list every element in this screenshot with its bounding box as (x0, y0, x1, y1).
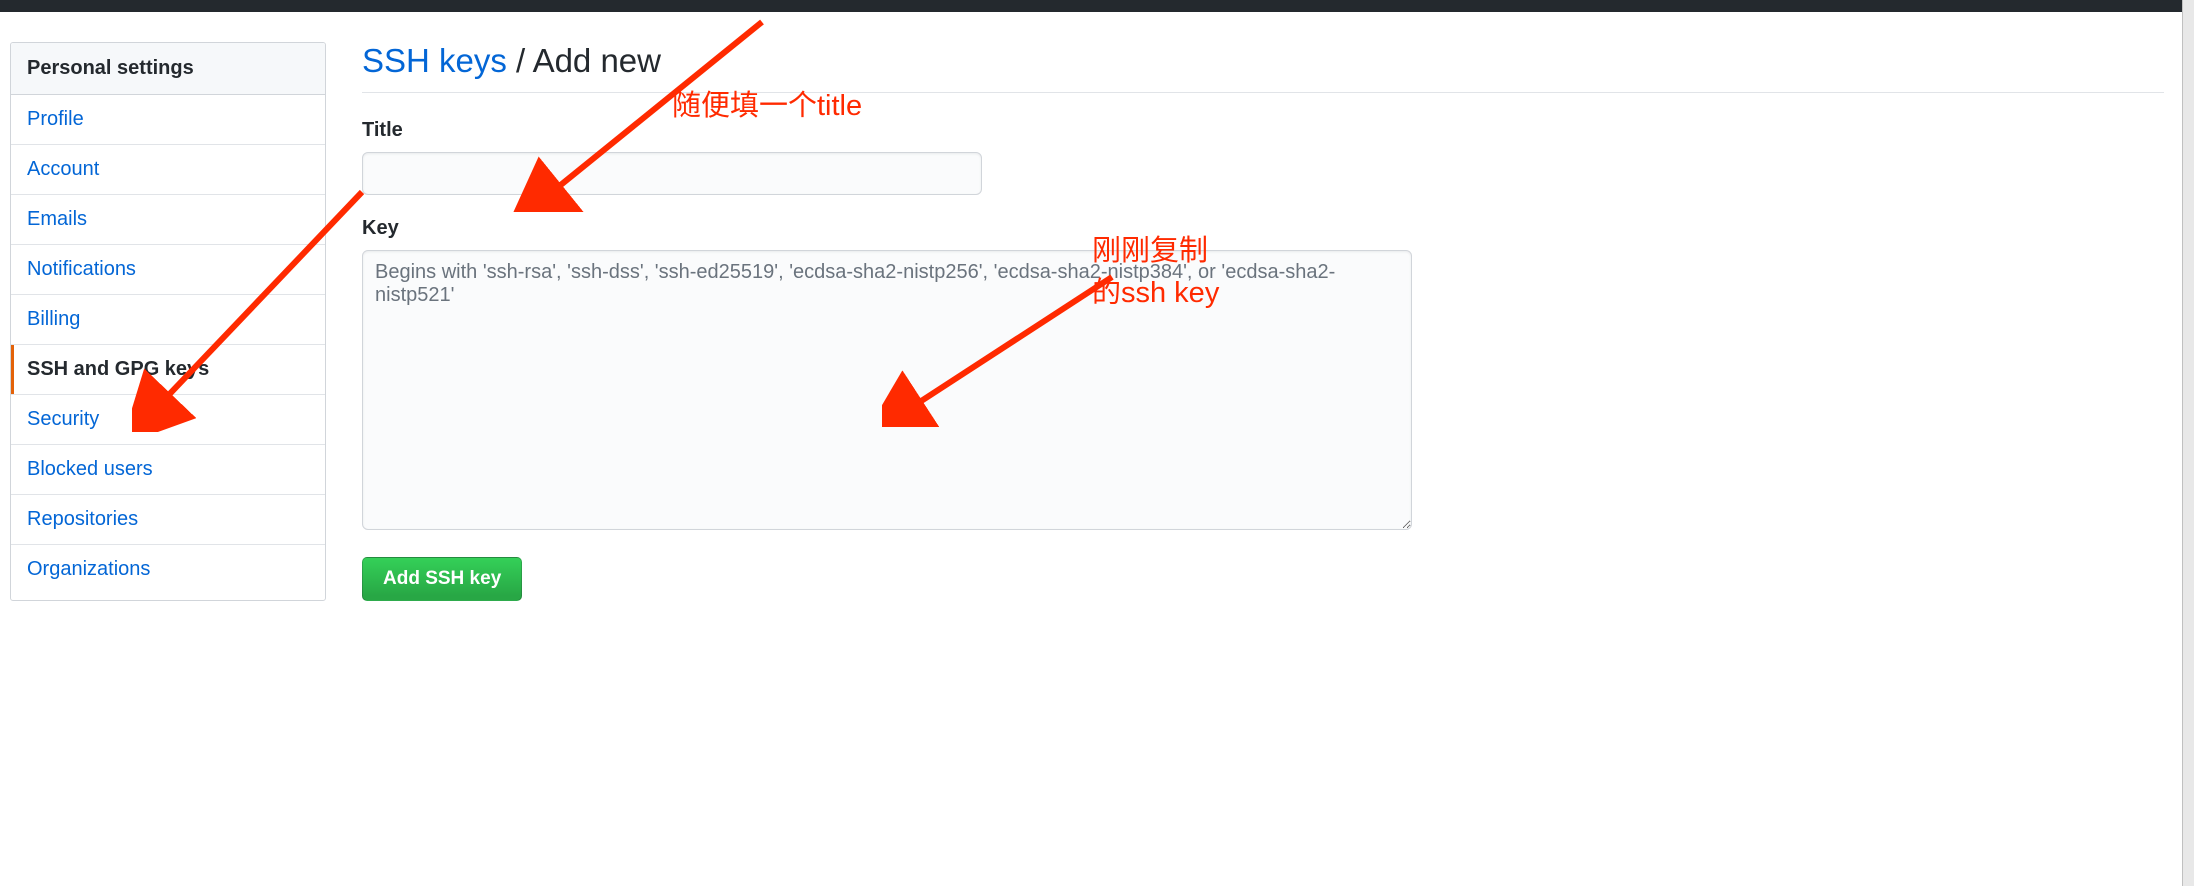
sidebar-item-label: Profile (27, 108, 84, 130)
sidebar-item-emails[interactable]: Emails (11, 195, 325, 245)
sidebar-item-account[interactable]: Account (11, 145, 325, 195)
breadcrumb-sep: / (507, 42, 533, 79)
add-ssh-key-button[interactable]: Add SSH key (362, 557, 522, 601)
sidebar-item-label: SSH and GPG keys (27, 358, 209, 380)
main-content: SSH keys / Add new Title Key Add SSH key… (362, 42, 2184, 601)
sidebar-item-organizations[interactable]: Organizations (11, 545, 325, 594)
key-textarea[interactable] (362, 250, 1412, 530)
sidebar-item-label: Emails (27, 208, 87, 230)
sidebar-header: Personal settings (11, 43, 325, 95)
sidebar-item-label: Security (27, 408, 99, 430)
sidebar-item-label: Notifications (27, 258, 136, 280)
sidebar-item-label: Blocked users (27, 458, 153, 480)
scrollbar-track[interactable] (2182, 0, 2194, 886)
sidebar-item-security[interactable]: Security (11, 395, 325, 445)
top-bar (0, 0, 2194, 12)
sidebar-item-label: Repositories (27, 508, 138, 530)
sidebar-item-profile[interactable]: Profile (11, 95, 325, 145)
sidebar-item-ssh-gpg-keys[interactable]: SSH and GPG keys (11, 345, 325, 395)
sidebar-item-blocked-users[interactable]: Blocked users (11, 445, 325, 495)
sidebar-item-label: Organizations (27, 558, 150, 580)
sidebar-item-repositories[interactable]: Repositories (11, 495, 325, 545)
form-group-key: Key (362, 217, 2164, 535)
sidebar-item-label: Billing (27, 308, 80, 330)
sidebar-item-notifications[interactable]: Notifications (11, 245, 325, 295)
container: Personal settings Profile Account Emails… (0, 12, 2194, 631)
sidebar-item-label: Account (27, 158, 99, 180)
breadcrumb-link[interactable]: SSH keys (362, 42, 507, 79)
form-group-title: Title (362, 119, 2164, 195)
page-title: SSH keys / Add new (362, 42, 2164, 93)
sidebar-item-billing[interactable]: Billing (11, 295, 325, 345)
key-label: Key (362, 217, 2164, 240)
title-label: Title (362, 119, 2164, 142)
title-input[interactable] (362, 152, 982, 195)
sidebar: Personal settings Profile Account Emails… (10, 42, 326, 601)
breadcrumb-current: Add new (533, 42, 661, 79)
